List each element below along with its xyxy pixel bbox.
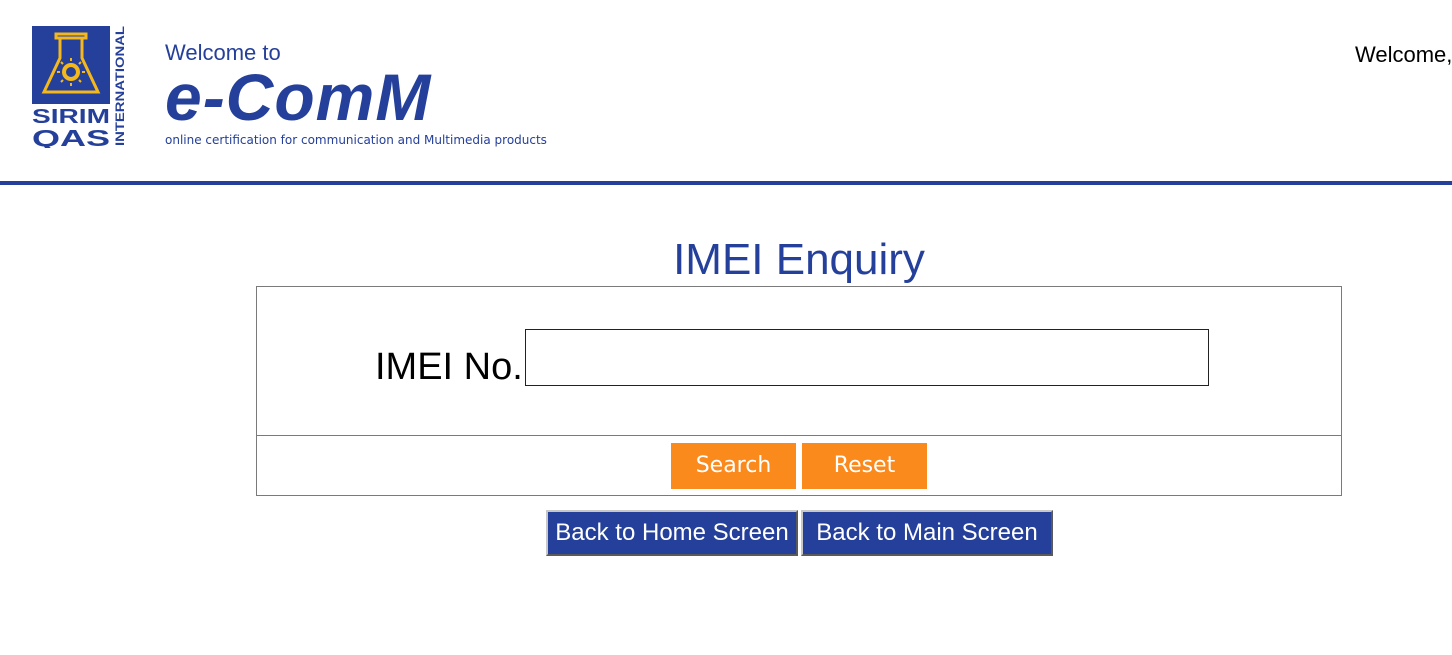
form-button-row: Search Reset [257,436,1341,495]
search-button[interactable]: Search [671,443,796,489]
imei-label: IMEI No. [375,346,523,388]
brand-block: Welcome to e-ComM online certification f… [165,40,547,148]
welcome-user-text: Welcome, [1355,42,1452,67]
header-divider [0,181,1452,185]
logo-text-qas: QAS [32,125,110,148]
back-to-home-button[interactable]: Back to Home Screen [546,510,798,556]
app-name: e-ComM [165,60,432,134]
page-title: IMEI Enquiry [673,235,925,284]
tagline: online certification for communication a… [165,133,547,147]
imei-input-row: IMEI No. [257,287,1341,436]
imei-form: IMEI No. Search Reset [256,286,1342,496]
reset-button[interactable]: Reset [802,443,927,489]
imei-input[interactable] [525,329,1209,386]
sirim-qas-logo: SIRIM QAS INTERNATIONAL [32,26,127,151]
back-to-main-button[interactable]: Back to Main Screen [801,510,1053,556]
logo-text-international: INTERNATIONAL [113,26,126,146]
page: SIRIM QAS INTERNATIONAL Welcome to e-Com… [0,0,1452,655]
header: SIRIM QAS INTERNATIONAL Welcome to e-Com… [0,0,1452,181]
